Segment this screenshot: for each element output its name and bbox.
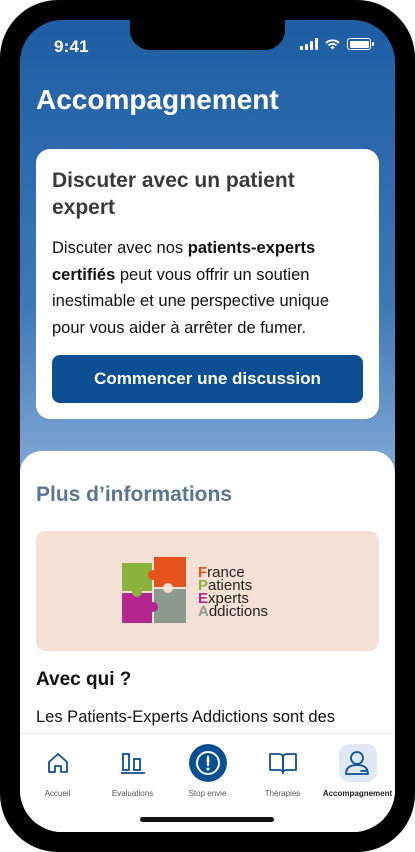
partner-banner[interactable]: France Patients Experts Addictions (36, 531, 379, 651)
phone-frame: 9:41 Accompagnement Discuter avec un pat… (0, 0, 415, 852)
app-screen: 9:41 Accompagnement Discuter avec un pat… (20, 20, 395, 832)
with-who-text: Les Patients-Experts Addictions sont des (36, 708, 335, 726)
tab-label: Thérapies (264, 789, 301, 798)
alert-icon (188, 744, 227, 782)
section-title: Plus d’informations (36, 483, 233, 506)
status-icons (300, 38, 374, 50)
device-notch (130, 20, 285, 50)
patient-expert-card: Discuter avec un patient expert Discuter… (36, 149, 379, 419)
puzzle-logo-icon (122, 557, 186, 623)
page-title: Accompagnement (36, 84, 279, 115)
card-title: Discuter avec un patient expert (52, 169, 295, 219)
tab-accompagnement[interactable]: Accompagnement (320, 734, 395, 832)
home-indicator (140, 817, 274, 822)
bar-chart-icon (114, 744, 152, 782)
partner-logo-wordmark: France Patients Experts Addictions (198, 564, 269, 620)
home-icon (39, 744, 77, 782)
tab-label: Accompagnement (322, 789, 393, 798)
tab-label: Evaluations (111, 789, 154, 798)
status-time: 9:41 (54, 37, 89, 56)
cellular-signal-icon (300, 38, 318, 50)
tab-accueil[interactable]: Accueil (20, 734, 95, 832)
with-who-heading: Avec qui ? (36, 669, 132, 690)
battery-icon (347, 38, 374, 50)
book-icon (264, 744, 302, 782)
user-support-icon (338, 744, 377, 782)
wifi-icon (325, 39, 340, 50)
tab-label: Stop envie (188, 789, 227, 798)
tab-label: Accueil (44, 789, 71, 798)
card-description: Discuter avec nos patients-experts certi… (52, 239, 330, 337)
start-discussion-button[interactable]: Commencer une discussion (52, 355, 363, 403)
